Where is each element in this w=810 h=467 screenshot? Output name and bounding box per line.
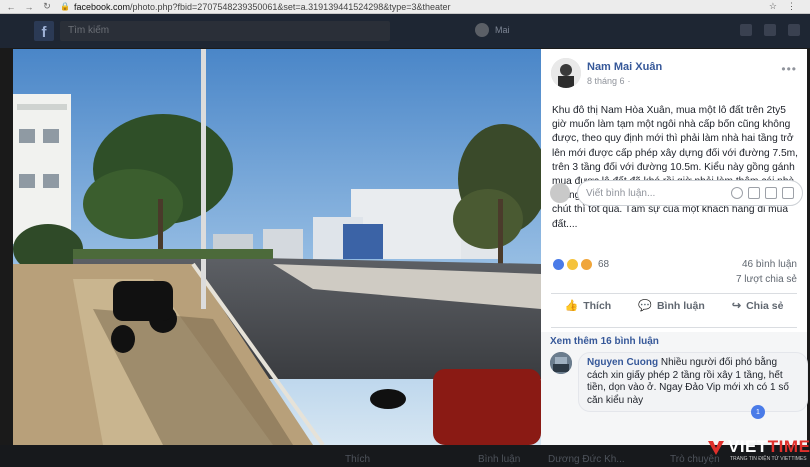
- haha-reaction-icon: [566, 258, 579, 271]
- like-reaction-icon: [552, 258, 565, 271]
- notifications-icon[interactable]: [788, 24, 800, 36]
- back-icon[interactable]: ←: [6, 2, 16, 12]
- post-text: Khu đô thị Nam Hòa Xuân, mua một lô đất …: [552, 105, 798, 230]
- comment-bubble: Nguyen Cuong Nhiều người đối phó bằng cá…: [578, 352, 808, 412]
- watermark-brand: VIETTIMES: [728, 437, 810, 457]
- view-more-comments-link[interactable]: Xem thêm 16 bình luận: [550, 336, 659, 347]
- sticker-icon[interactable]: [782, 187, 794, 199]
- comment-like-badge[interactable]: 1: [751, 405, 765, 419]
- avatar: [475, 23, 489, 37]
- post-author: Nam Mai Xuân 8 tháng 6 ·: [551, 58, 662, 88]
- profile-name: Mai: [495, 25, 510, 35]
- comment-placeholder: Viết bình luận...: [586, 187, 656, 199]
- profile-link[interactable]: Mai: [475, 23, 510, 37]
- url-host: facebook.com: [73, 1, 130, 12]
- menu-icon[interactable]: ⋮: [787, 1, 796, 12]
- star-icon[interactable]: ☆: [769, 1, 777, 12]
- post-photo[interactable]: [13, 49, 541, 445]
- brand-viet: VIET: [728, 437, 768, 456]
- camera-icon[interactable]: [748, 187, 760, 199]
- facebook-header: f Tìm kiếm Mai: [0, 14, 810, 48]
- commenter-name[interactable]: Nguyen Cuong: [587, 357, 658, 368]
- viettimes-watermark: VIETTIMES TRANG TIN ĐIỆN TỬ VIETTIMES: [708, 437, 810, 462]
- comment-label: Bình luận: [656, 299, 705, 312]
- author-name[interactable]: Nam Mai Xuân: [587, 61, 662, 73]
- gif-icon[interactable]: [765, 187, 777, 199]
- brand-times: TIMES: [767, 437, 810, 456]
- watermark-tagline: TRANG TIN ĐIỆN TỬ VIETTIMES: [730, 456, 807, 462]
- bg-user-label: Dương Đức Kh...: [548, 454, 625, 465]
- reaction-count: 68: [598, 259, 610, 270]
- divider: [551, 293, 797, 294]
- comment-button[interactable]: 💬 Bình luận: [638, 299, 705, 313]
- viettimes-logo-icon: [708, 441, 724, 455]
- lock-icon: 🔒: [60, 2, 70, 11]
- post-stats: 46 bình luận 7 lượt chia sẻ: [736, 257, 797, 287]
- divider: [551, 327, 797, 328]
- wow-reaction-icon: [580, 258, 593, 271]
- post-date-text: 8 tháng 6: [587, 75, 625, 86]
- friends-icon[interactable]: [740, 24, 752, 36]
- comments-section: Xem thêm 16 bình luận Nguyen Cuong Nhiều…: [541, 332, 808, 445]
- emoji-icon[interactable]: [731, 187, 743, 199]
- address-bar[interactable]: 🔒 facebook.com/photo.php?fbid=2707548239…: [60, 2, 761, 12]
- current-user-avatar: [550, 183, 570, 203]
- share-button[interactable]: ↪ Chia sẻ: [731, 299, 784, 313]
- facebook-logo-icon[interactable]: f: [34, 21, 54, 41]
- bg-comment-label: Bình luận: [478, 454, 521, 465]
- share-icon: ↪: [731, 300, 742, 312]
- browser-toolbar: ← → ↻ 🔒 facebook.com/photo.php?fbid=2707…: [0, 0, 810, 14]
- comment-icon: 💬: [638, 300, 652, 312]
- url-path: /photo.php?fbid=2707548239350061&set=a.3…: [130, 1, 451, 12]
- comment-item: Nguyen Cuong Nhiều người đối phó bằng cá…: [550, 352, 808, 412]
- search-input[interactable]: Tìm kiếm: [60, 21, 390, 41]
- like-label: Thích: [583, 299, 612, 312]
- background-feed-strip: Thích Bình luận Dương Đức Kh... Trò chuy…: [0, 445, 810, 467]
- post-actions: 👍 Thích 💬 Bình luận ↪ Chia sẻ: [551, 299, 797, 313]
- globe-icon: ·: [627, 75, 631, 86]
- share-label: Chia sẻ: [746, 299, 784, 312]
- messages-icon[interactable]: [764, 24, 776, 36]
- author-avatar[interactable]: [551, 58, 581, 88]
- thumbs-up-icon: 👍: [564, 300, 579, 312]
- reload-icon[interactable]: ↻: [42, 1, 52, 12]
- post-date[interactable]: 8 tháng 6 ·: [587, 76, 662, 86]
- like-button[interactable]: 👍 Thích: [564, 299, 612, 313]
- reaction-summary[interactable]: 68: [552, 258, 609, 271]
- comment-like-count: 1: [756, 408, 760, 416]
- shares-count[interactable]: 7 lượt chia sẻ: [736, 272, 797, 287]
- commenter-avatar[interactable]: [550, 352, 572, 374]
- post-panel: Nam Mai Xuân 8 tháng 6 · ••• Khu đô thị N…: [541, 49, 808, 445]
- comments-count[interactable]: 46 bình luận: [736, 257, 797, 272]
- write-comment-input[interactable]: Viết bình luận...: [577, 180, 803, 206]
- more-options-icon[interactable]: •••: [781, 62, 797, 76]
- forward-icon[interactable]: →: [24, 2, 34, 12]
- bg-like-label: Thích: [345, 454, 371, 465]
- street-scene-image: [13, 49, 541, 445]
